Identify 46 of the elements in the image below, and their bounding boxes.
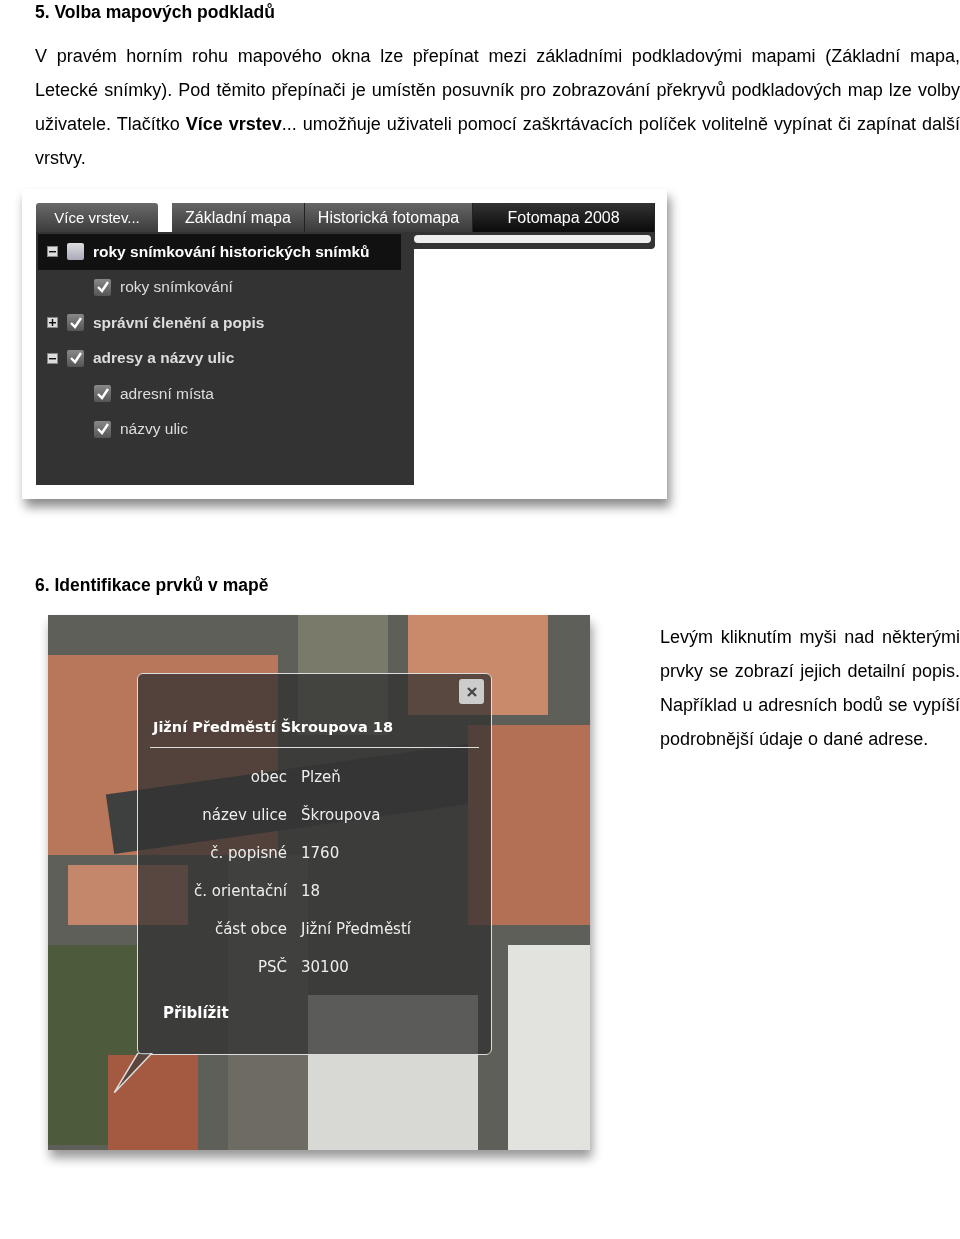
- map-tab[interactable]: Fotomapa 2008: [473, 203, 655, 232]
- field-value: 18: [301, 881, 322, 902]
- layer-row[interactable]: adresní místa: [36, 376, 414, 412]
- layer-label: názvy ulic: [120, 420, 189, 439]
- paragraph: V pravém horním rohu mapového okna lze přepínat mezi základními podkladovými mapami (Základní mapa, Letecké snímky). Pod těmito přepínači je umístěn posuvník pro zobrazování překryvů podkladových map lze volby uživatele. Tlačítko Více vrstev... umožňuje uživateli pomocí zaškrtávacích políček volitelně vypínat či zapínat další vrstvy.: [35, 45, 960, 170]
- checkbox[interactable]: [94, 420, 111, 438]
- field-label: č. orientační: [192, 881, 287, 902]
- popup-title: Jižní Předměstí Škroupova 18: [150, 719, 479, 748]
- more-layers-button[interactable]: Více vrstev...: [36, 203, 158, 232]
- paragraph: Levým kliknutím myši nad některými prvky se zobrazí jejich detailní popis. Například u adresních bodů se vypíší podrobnější údaje o dané adrese.: [660, 626, 960, 751]
- layer-row[interactable]: adresy a názvy ulic: [36, 340, 414, 376]
- checkbox[interactable]: [67, 243, 84, 261]
- zoom-in-link[interactable]: Přiblížit: [163, 1004, 229, 1022]
- field-value: Škroupova: [301, 804, 382, 826]
- collapse-icon[interactable]: [47, 246, 58, 258]
- layer-label: roky snímkování historických snímků: [93, 242, 370, 261]
- field-label: část obce: [213, 919, 287, 940]
- field-value: 30100: [301, 957, 350, 978]
- field-label: PSČ: [256, 956, 287, 978]
- layer-row[interactable]: roky snímkování historických snímků: [38, 234, 401, 270]
- layer-label: správní členění a popis: [93, 313, 265, 332]
- collapse-icon[interactable]: [47, 352, 58, 364]
- close-button[interactable]: [459, 679, 484, 704]
- close-icon: [465, 685, 478, 698]
- field-label: č. popisné: [209, 843, 287, 864]
- layer-label: roky snímkování: [120, 278, 233, 297]
- layer-row[interactable]: správní členění a popis: [36, 305, 414, 341]
- field-value: 1760: [301, 843, 341, 864]
- field-label: obec: [249, 767, 287, 788]
- map-tab[interactable]: Historická fotomapa: [304, 203, 474, 232]
- expand-icon[interactable]: [47, 317, 58, 329]
- checkbox[interactable]: [67, 314, 84, 332]
- layer-label: adresní místa: [120, 384, 214, 403]
- field-value: Jižní Předměstí: [301, 919, 412, 940]
- checkbox[interactable]: [67, 349, 84, 367]
- section-heading: 6. Identifikace prvků v mapě: [35, 574, 270, 596]
- opacity-slider[interactable]: [414, 232, 655, 249]
- field-value: Plzeň: [301, 767, 342, 788]
- checkbox[interactable]: [94, 278, 111, 296]
- checkbox[interactable]: [94, 385, 111, 403]
- layer-label: adresy a názvy ulic: [93, 349, 235, 368]
- map-tab[interactable]: Základní mapa: [172, 203, 305, 232]
- section-heading: 5. Volba mapových podkladů: [35, 1, 276, 23]
- layer-row[interactable]: roky snímkování: [36, 269, 414, 305]
- layer-row[interactable]: názvy ulic: [36, 411, 414, 447]
- field-label: název ulice: [201, 805, 287, 826]
